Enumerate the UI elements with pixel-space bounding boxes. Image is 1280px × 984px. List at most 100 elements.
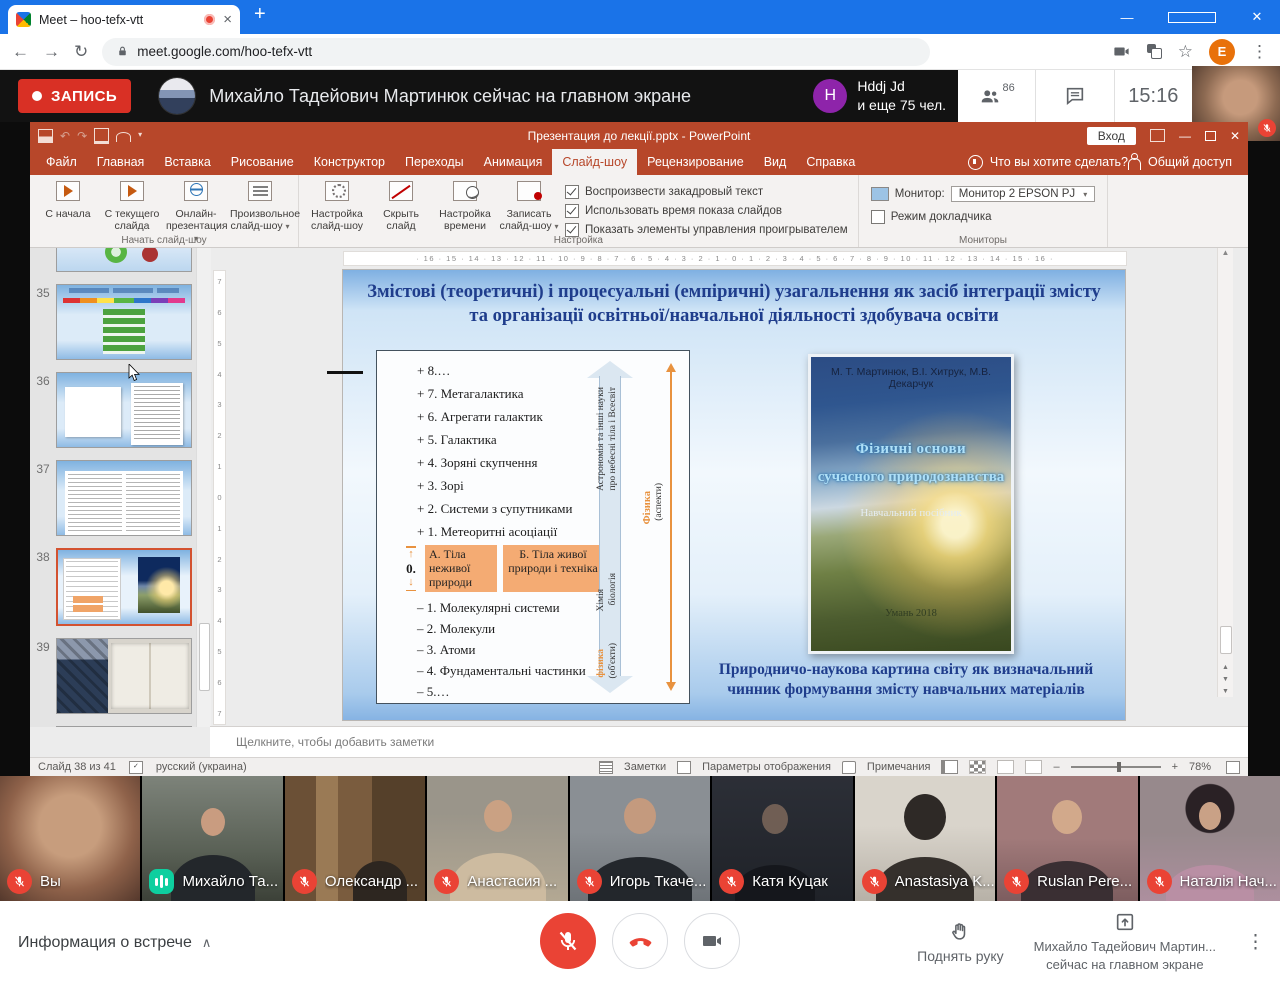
window-restore-button[interactable]: [1168, 12, 1216, 23]
ribbon-button[interactable]: Настройка слайд-шоу: [305, 178, 369, 233]
notes-toggle-label[interactable]: Заметки: [624, 761, 666, 773]
slide-thumbnail[interactable]: 40: [30, 726, 192, 727]
ribbon-button[interactable]: С начала: [36, 178, 100, 221]
ribbon-tab[interactable]: Главная: [87, 149, 155, 175]
tab-close-icon[interactable]: ×: [223, 12, 232, 27]
notes-toggle-icon[interactable]: [599, 761, 613, 774]
slide-thumbnail[interactable]: 35: [30, 284, 192, 360]
ribbon-options-icon[interactable]: [1150, 129, 1165, 142]
profile-avatar[interactable]: E: [1209, 39, 1235, 65]
slide-thumbnail-image[interactable]: [56, 460, 192, 536]
browser-tab[interactable]: Meet – hoo-tefx-vtt ×: [8, 5, 240, 34]
participant-tile[interactable]: Вы: [0, 776, 140, 901]
slide-sorter-view-button[interactable]: [969, 760, 986, 774]
raise-hand-button[interactable]: Поднять руку: [917, 921, 1004, 964]
thumbnail-scrollbar[interactable]: [196, 248, 211, 727]
slide-thumbnail-image[interactable]: [56, 638, 192, 714]
ribbon-button[interactable]: Настройка времени: [433, 178, 497, 233]
tab-camera-icon[interactable]: [1112, 42, 1131, 61]
participant-tile[interactable]: Анастасия ...: [427, 776, 567, 901]
leave-call-button[interactable]: [612, 913, 668, 969]
normal-view-button[interactable]: [941, 760, 958, 774]
ribbon-checkbox[interactable]: Использовать время показа слайдов: [565, 204, 848, 218]
next-slide-button[interactable]: ▼: [1218, 676, 1233, 683]
ribbon-button[interactable]: Скрыть слайд: [369, 178, 433, 233]
fit-to-window-icon[interactable]: [1226, 761, 1240, 774]
bookmark-star-icon[interactable]: ☆: [1178, 42, 1193, 62]
slide-thumbnail-image[interactable]: [56, 284, 192, 360]
zoom-out-icon[interactable]: –: [1053, 761, 1059, 773]
notes-placeholder[interactable]: Щелкните, чтобы добавить заметки: [210, 726, 1248, 757]
zoom-slider[interactable]: [1071, 766, 1161, 768]
slide-thumbnail-image[interactable]: [56, 372, 192, 448]
slide-canvas[interactable]: Змістові (теоретичні) і процесуальні (ем…: [343, 270, 1125, 720]
participant-tile[interactable]: Наталія Нач...: [1140, 776, 1280, 901]
participants-button[interactable]: 86: [958, 70, 1035, 122]
slide-thumbnail[interactable]: 37: [30, 460, 192, 536]
presenter-mode-checkbox[interactable]: Режим докладчика: [871, 210, 1096, 224]
ribbon-tab[interactable]: Файл: [36, 149, 87, 175]
ribbon-button[interactable]: С текущего слайда: [100, 178, 164, 233]
host-chip[interactable]: H Hddj Jd и еще 75 чел.: [813, 70, 946, 122]
window-close-button[interactable]: ✕: [1234, 9, 1280, 25]
participant-tile[interactable]: Игорь Ткаче...: [570, 776, 710, 901]
monitor-dropdown[interactable]: Монитор 2 EPSON PJ ▾: [951, 186, 1096, 202]
previous-slide-button[interactable]: ▲: [1218, 664, 1233, 671]
qat-customize-icon[interactable]: ▾: [138, 130, 142, 142]
comments-icon[interactable]: [842, 761, 856, 774]
slide-thumbnail-image[interactable]: [56, 248, 192, 272]
slide-thumbnail[interactable]: 36: [30, 372, 192, 448]
participant-tile[interactable]: Ruslan Pere...: [997, 776, 1137, 901]
scrollbar-thumb[interactable]: [1220, 626, 1232, 654]
reading-view-button[interactable]: [997, 760, 1014, 774]
zoom-level[interactable]: 78%: [1189, 761, 1215, 773]
slide-thumbnail-panel[interactable]: 35 36 37: [30, 248, 196, 727]
share-button[interactable]: Общий доступ: [1128, 155, 1248, 169]
zoom-in-icon[interactable]: +: [1172, 761, 1178, 773]
undo-icon[interactable]: ↶: [60, 130, 70, 142]
recording-badge[interactable]: ЗАПИСЬ: [18, 79, 131, 113]
ribbon-tab[interactable]: Конструктор: [304, 149, 395, 175]
meeting-info-button[interactable]: Информация о встрече ∧: [18, 901, 211, 984]
ribbon-button[interactable]: Произвольное слайд-шоу ▾: [228, 178, 292, 233]
ppt-restore-button[interactable]: [1205, 131, 1216, 141]
proofing-icon[interactable]: ✓: [129, 761, 143, 774]
slide-thumbnail-image[interactable]: [56, 726, 192, 727]
ribbon-tab[interactable]: Справка: [796, 149, 865, 175]
chat-button[interactable]: [1035, 70, 1113, 122]
ppt-close-button[interactable]: ✕: [1230, 129, 1240, 143]
presenting-status[interactable]: Михайло Тадейович Мартин... сейчас на гл…: [1034, 911, 1216, 973]
slide-thumbnail[interactable]: 38: [30, 548, 192, 626]
scroll-up-icon[interactable]: ▲: [1222, 248, 1230, 257]
ribbon-tab[interactable]: Переходы: [395, 149, 474, 175]
redo-icon[interactable]: ↷: [77, 130, 87, 142]
ribbon-checkbox[interactable]: Воспроизвести закадровый текст: [565, 185, 848, 199]
comments-label[interactable]: Примечания: [867, 761, 931, 773]
ribbon-tab[interactable]: Анимация: [474, 149, 553, 175]
forward-icon[interactable]: →: [43, 42, 60, 62]
new-tab-button[interactable]: +: [254, 3, 266, 26]
slide-thumbnail[interactable]: [30, 248, 192, 272]
slideshow-qat-icon[interactable]: [94, 128, 109, 144]
slide-thumbnail[interactable]: 39: [30, 638, 192, 714]
ribbon-tab[interactable]: Рисование: [221, 149, 304, 175]
ribbon-tab[interactable]: Вставка: [154, 149, 220, 175]
ppt-minimize-button[interactable]: —: [1179, 129, 1191, 143]
reload-icon[interactable]: ↻: [74, 42, 88, 62]
camera-button[interactable]: [684, 913, 740, 969]
zoom-slider-thumb[interactable]: [1117, 762, 1121, 772]
scroll-down-icon[interactable]: ▼: [1218, 688, 1233, 695]
more-options-icon[interactable]: ⋮: [1246, 931, 1266, 954]
window-minimize-button[interactable]: —: [1104, 10, 1150, 25]
participant-tile[interactable]: Михайло Та...: [142, 776, 282, 901]
main-scrollbar[interactable]: ▲ ▲ ▼ ▼: [1217, 248, 1233, 697]
back-icon[interactable]: ←: [12, 42, 29, 62]
participant-tile[interactable]: Олександр ...: [285, 776, 425, 901]
touch-mode-icon[interactable]: [116, 132, 131, 142]
browser-menu-icon[interactable]: ⋮: [1251, 42, 1268, 62]
ribbon-button[interactable]: Записать слайд-шоу ▾: [497, 178, 561, 233]
participant-tile[interactable]: Anastasiya K...: [855, 776, 995, 901]
ribbon-tab[interactable]: Вид: [754, 149, 797, 175]
tell-me-label[interactable]: Что вы хотите сделать?: [990, 155, 1128, 169]
display-options-label[interactable]: Параметры отображения: [702, 761, 831, 773]
